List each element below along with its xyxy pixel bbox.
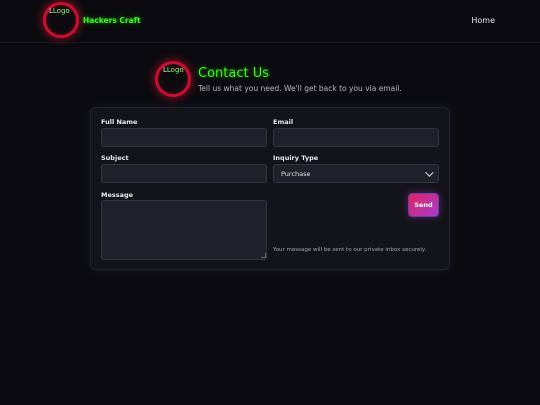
email-input[interactable] [273,128,439,147]
send-button[interactable]: Send [408,193,439,217]
message-textarea[interactable] [101,200,267,260]
full-name-label: Full Name [101,118,138,126]
subject-label: Subject [101,154,129,162]
nav-home-link[interactable]: Home [471,16,495,25]
hero-logo-text: LLogo [163,66,184,74]
page-subtitle: Tell us what you need. We'll get back to… [198,84,402,93]
header-logo[interactable]: LLogo [43,2,79,38]
inquiry-type-label: Inquiry Type [273,154,319,162]
page-title: Contact Us [198,66,269,81]
inquiry-type-select[interactable]: Purchase [273,164,439,183]
privacy-note: Your message will be sent to our private… [273,247,427,253]
header-logo-text: LLogo [49,7,70,15]
resize-grip-icon[interactable] [261,253,266,258]
hero-logo: LLogo [155,61,191,97]
chevron-down-icon [425,167,434,177]
brand-name[interactable]: Hackers Craft [83,16,141,25]
email-label: Email [273,118,294,126]
site-header: LLogo Hackers Craft Home [0,0,540,43]
message-label: Message [101,191,134,199]
inquiry-type-selected: Purchase [281,169,311,178]
subject-input[interactable] [101,164,267,183]
full-name-input[interactable] [101,128,267,147]
